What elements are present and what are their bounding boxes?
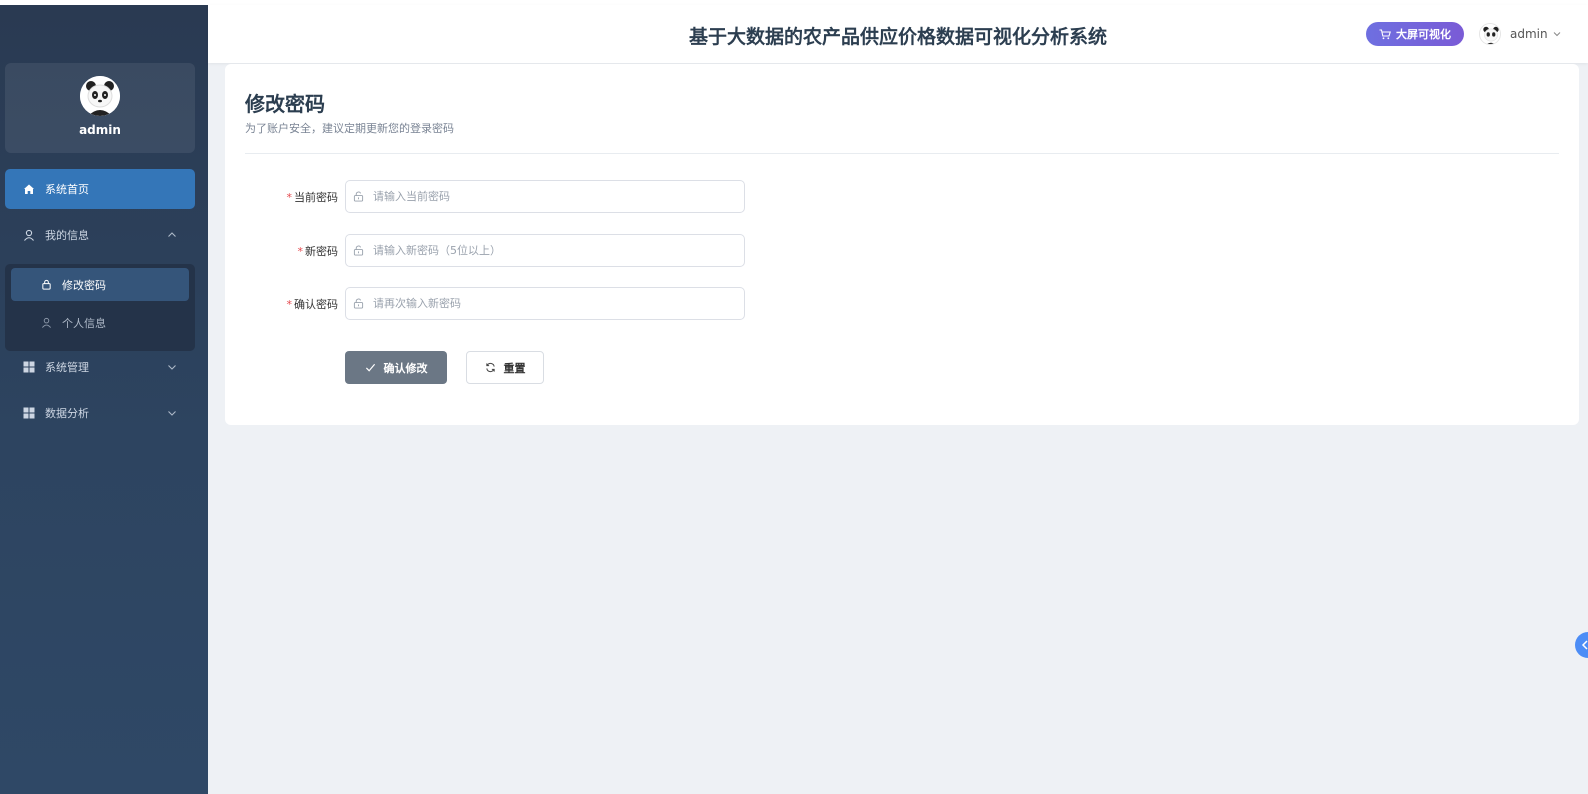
current-password-field <box>345 180 745 213</box>
field-label-text: 当前密码 <box>294 191 338 204</box>
confirm-password-field <box>345 287 745 320</box>
confirm-change-button[interactable]: 确认修改 <box>345 351 447 384</box>
new-password-label: * 新密码 <box>245 243 339 259</box>
sidebar-item-data-analysis[interactable]: 数据分析 <box>5 393 195 433</box>
sidebar-item-label: 系统首页 <box>45 183 89 196</box>
user-icon <box>22 228 36 242</box>
refresh-icon <box>485 362 495 373</box>
current-password-input[interactable] <box>373 190 733 203</box>
page-subtitle: 为了账户安全，建议定期更新您的登录密码 <box>245 122 454 135</box>
floating-side-tab[interactable] <box>1575 632 1588 658</box>
divider <box>245 153 1559 154</box>
confirm-password-label: * 确认密码 <box>245 296 339 312</box>
user-icon <box>40 317 52 329</box>
user-card: admin <box>5 63 195 153</box>
big-screen-label: 大屏可视化 <box>1396 28 1451 41</box>
sidebar-item-label: 我的信息 <box>45 229 89 242</box>
confirm-change-label: 确认修改 <box>383 361 428 375</box>
sidebar-item-my-info[interactable]: 我的信息 <box>5 215 195 255</box>
sidebar: admin 系统首页 我的信息 修改密码 个人信息 系统管理 数据分析 <box>0 5 208 794</box>
change-password-card: 修改密码 为了账户安全，建议定期更新您的登录密码 * 当前密码 * 新密码 * 确认密… <box>225 64 1579 425</box>
home-icon <box>22 182 36 196</box>
page-title: 修改密码 <box>245 92 325 116</box>
sidebar-subitem-label: 修改密码 <box>62 278 106 292</box>
new-password-input[interactable] <box>373 244 733 257</box>
unlock-icon <box>352 245 364 257</box>
sidebar-subitem-label: 个人信息 <box>62 316 106 330</box>
field-label-text: 确认密码 <box>294 298 338 311</box>
field-label-text: 新密码 <box>305 245 338 258</box>
sidebar-item-label: 系统管理 <box>45 361 89 374</box>
lock-icon <box>40 279 52 291</box>
header-user-name[interactable]: admin <box>1510 27 1548 41</box>
sidebar-item-personal-info[interactable]: 个人信息 <box>11 306 189 339</box>
sidebar-user-name: admin <box>79 123 121 137</box>
avatar <box>80 76 120 116</box>
chevron-down-icon <box>168 411 176 416</box>
grid-icon <box>22 360 36 374</box>
required-mark: * <box>286 191 293 204</box>
check-icon <box>365 363 375 372</box>
top-header: 基于大数据的农产品供应价格数据可视化分析系统 大屏可视化 admin <box>208 5 1588 63</box>
new-password-field <box>345 234 745 267</box>
panda-avatar-icon <box>80 76 120 116</box>
header-avatar[interactable] <box>1479 23 1501 45</box>
reset-button[interactable]: 重置 <box>466 351 544 384</box>
grid-icon <box>22 406 36 420</box>
required-mark: * <box>286 298 293 311</box>
chevron-left-icon <box>1581 640 1588 650</box>
sidebar-item-label: 数据分析 <box>45 407 89 420</box>
chevron-down-icon <box>168 365 176 370</box>
cart-icon <box>1379 28 1391 39</box>
sidebar-item-system-management[interactable]: 系统管理 <box>5 347 195 387</box>
required-mark: * <box>297 245 304 258</box>
big-screen-button[interactable]: 大屏可视化 <box>1366 22 1464 46</box>
sidebar-item-change-password[interactable]: 修改密码 <box>11 268 189 301</box>
submenu-my-info: 修改密码 个人信息 <box>5 264 195 351</box>
sidebar-item-home[interactable]: 系统首页 <box>5 169 195 209</box>
confirm-password-input[interactable] <box>373 297 733 310</box>
reset-label: 重置 <box>503 361 526 375</box>
chevron-up-icon <box>168 232 176 237</box>
unlock-icon <box>352 298 364 310</box>
current-password-label: * 当前密码 <box>245 189 339 205</box>
unlock-icon <box>352 191 364 203</box>
chevron-down-icon[interactable] <box>1552 29 1562 39</box>
